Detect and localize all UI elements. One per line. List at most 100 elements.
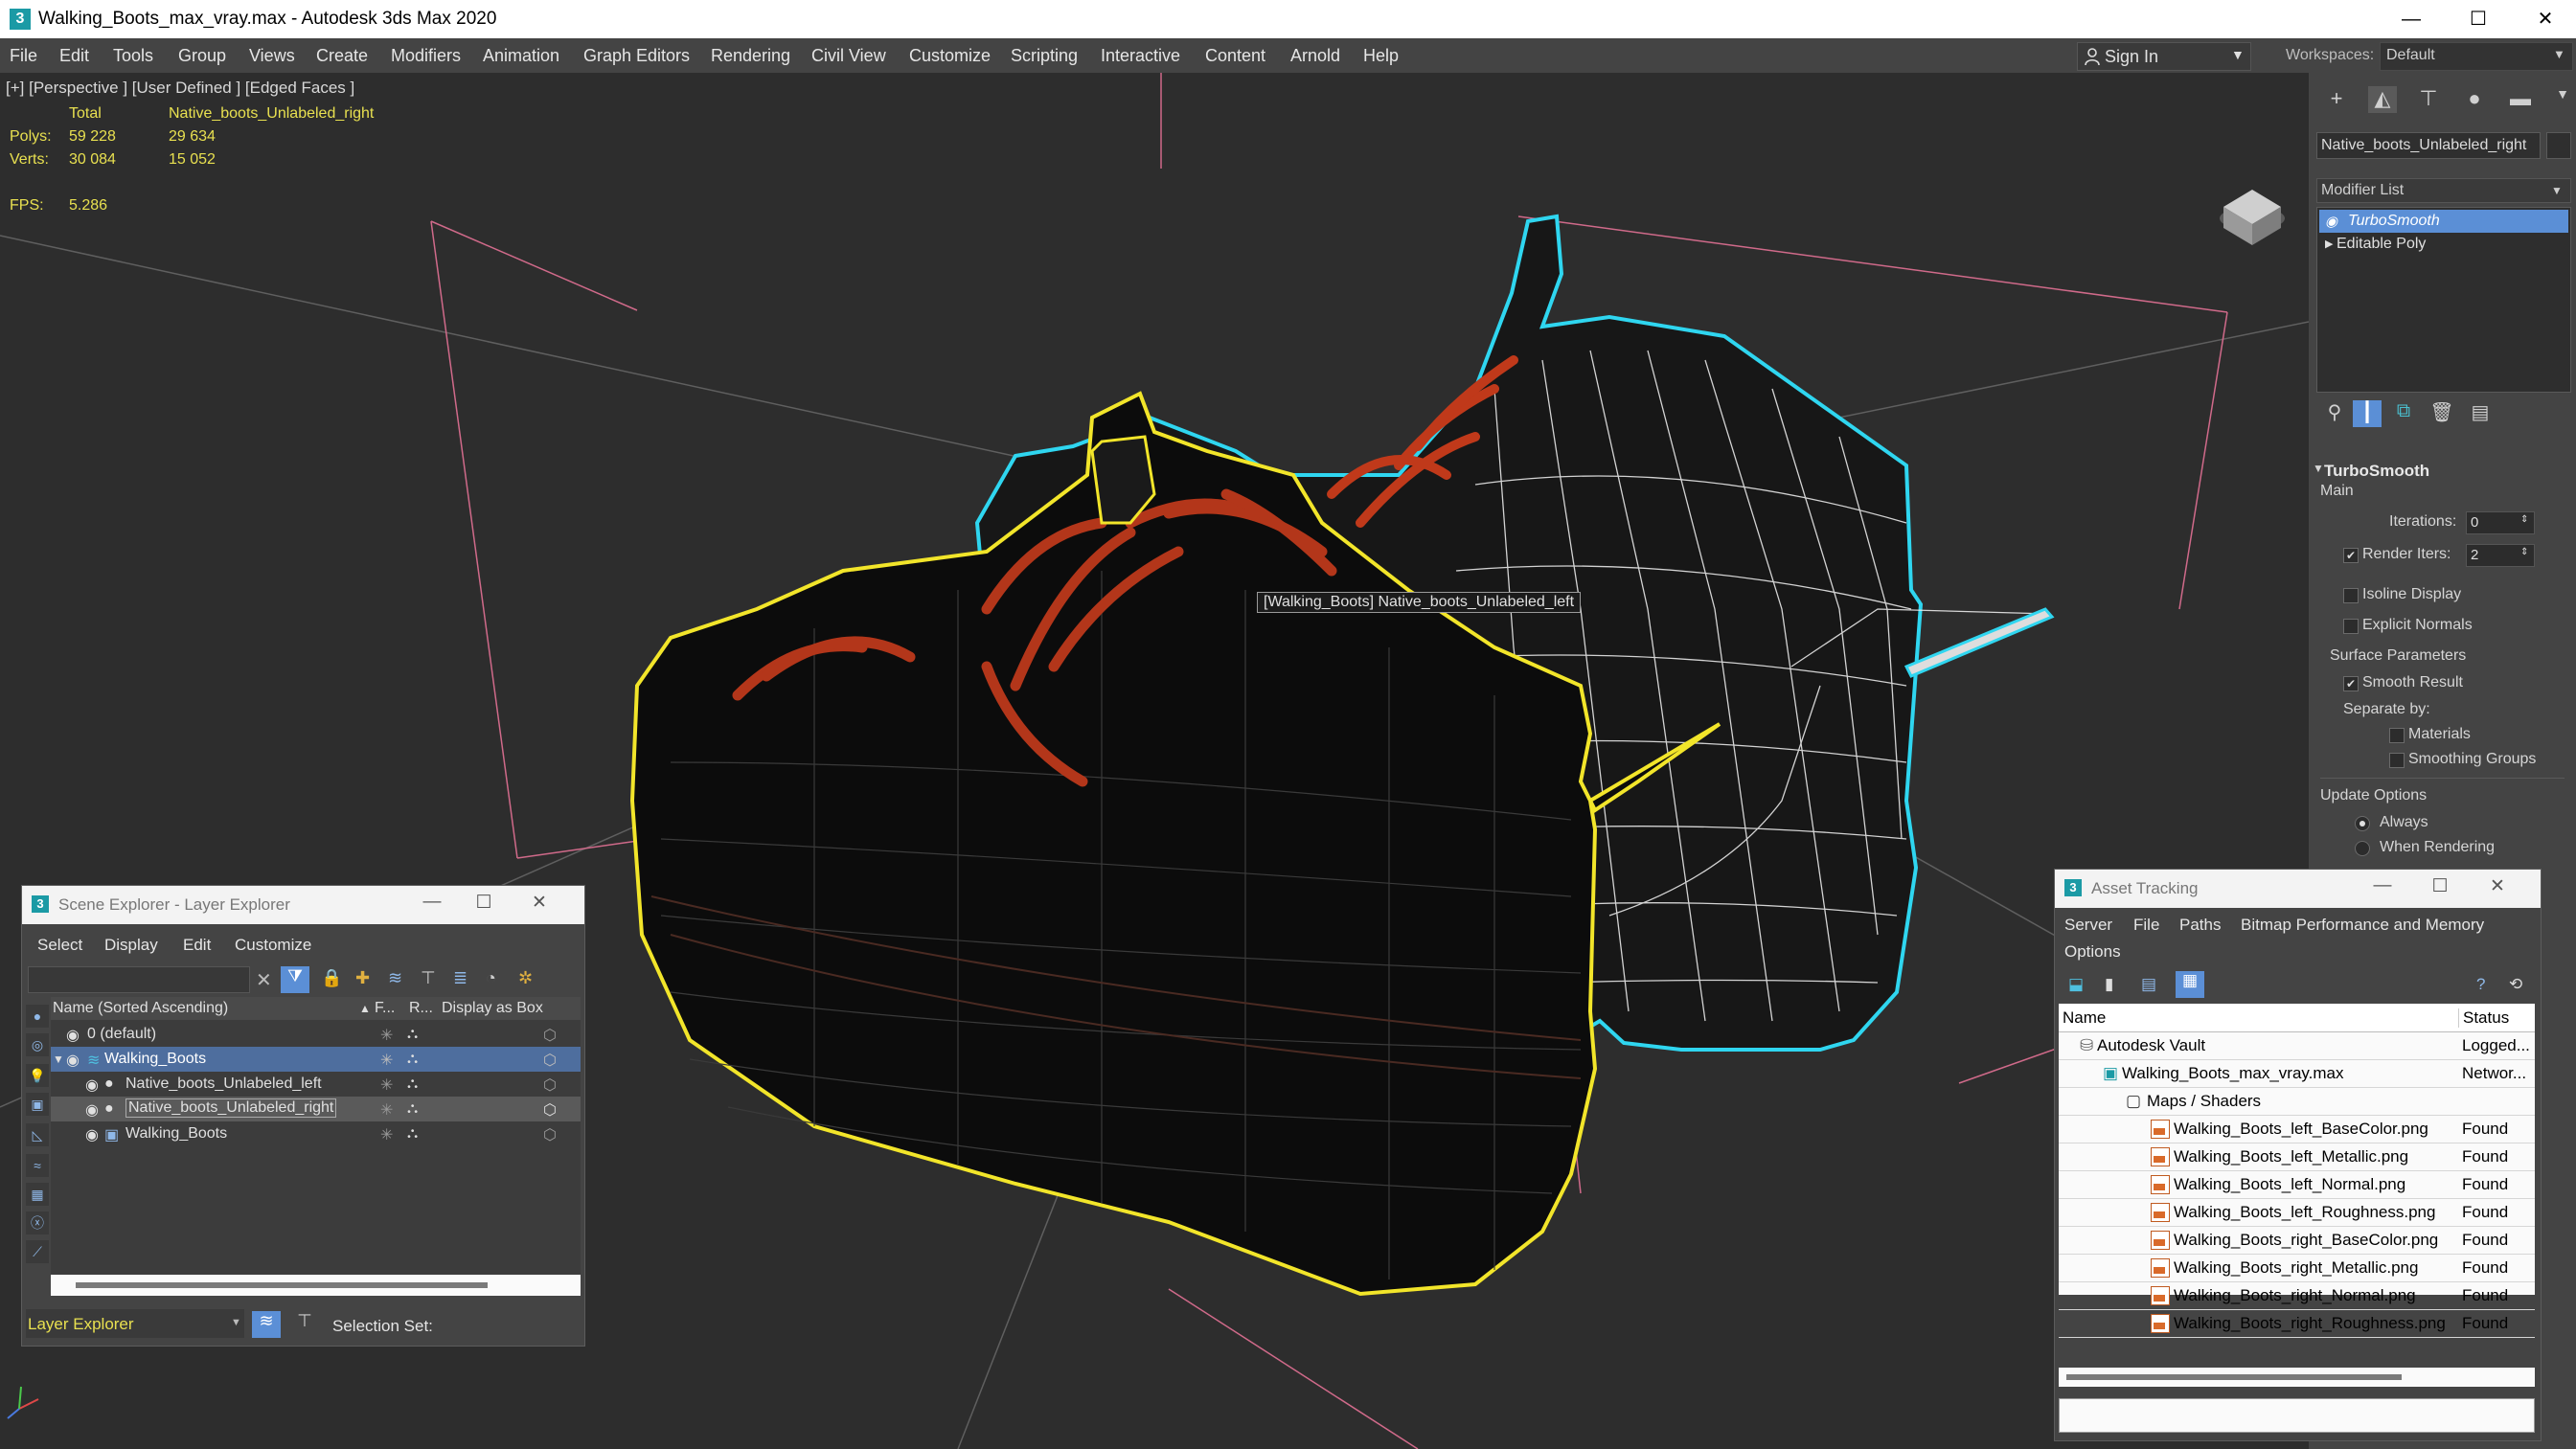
sign-in-dropdown[interactable]: Sign In ▼ <box>2077 42 2251 71</box>
motion-tab-icon[interactable]: ● <box>2460 86 2489 113</box>
menu-create[interactable]: Create <box>316 46 368 66</box>
menu-rendering[interactable]: Rendering <box>711 46 790 66</box>
scene-explorer-titlebar[interactable]: 3 Scene Explorer - Layer Explorer — ☐ ✕ <box>22 886 584 924</box>
close-button[interactable]: ✕ <box>2478 875 2517 897</box>
turbosmooth-title[interactable]: TurboSmooth <box>2324 462 2429 481</box>
menu-graph-editors[interactable]: Graph Editors <box>583 46 690 66</box>
new-layer-icon[interactable]: ✚ <box>355 968 370 988</box>
freeze-icon[interactable]: ✳ <box>380 1100 393 1120</box>
asset-row[interactable]: Walking_Boots_right_Metallic.png Found <box>2059 1254 2535 1282</box>
render-teapot-icon[interactable]: ⛬ <box>407 1026 418 1043</box>
eye-icon[interactable]: ◉ <box>66 1051 80 1070</box>
display-helpers-icon[interactable]: ◺ <box>26 1123 49 1146</box>
always-radio[interactable] <box>2355 816 2370 831</box>
scrollbar-thumb[interactable] <box>2066 1374 2402 1380</box>
object-color-swatch[interactable] <box>2546 132 2571 159</box>
display-tab-icon[interactable]: ▬ <box>2506 86 2535 113</box>
menu-edit[interactable]: Edit <box>59 46 89 66</box>
box-icon[interactable]: ⬡ <box>543 1125 557 1144</box>
menu-civil-view[interactable]: Civil View <box>811 46 886 66</box>
render-teapot-icon[interactable]: ⛬ <box>407 1075 418 1093</box>
menu-bitmap-performance[interactable]: Bitmap Performance and Memory <box>2241 916 2484 935</box>
asset-row[interactable]: ⛁ Autodesk Vault Logged... <box>2059 1031 2535 1060</box>
refresh-icon[interactable]: ⟲ <box>2509 975 2522 994</box>
asset-row[interactable]: Walking_Boots_left_Normal.png Found <box>2059 1170 2535 1199</box>
close-button[interactable]: ✕ <box>2515 0 2576 38</box>
asset-path-field[interactable] <box>2059 1398 2535 1433</box>
stack-item-turbosmooth[interactable]: ◉ TurboSmooth <box>2319 210 2568 233</box>
box-icon[interactable]: ⬡ <box>543 1100 557 1120</box>
smooth-result-checkbox[interactable]: ✔ <box>2343 676 2359 691</box>
filter-icon[interactable]: ⧩ <box>281 966 309 993</box>
menu-server[interactable]: Server <box>2064 916 2112 935</box>
close-button[interactable]: ✕ <box>520 892 559 914</box>
spinner-arrows-icon[interactable]: ⇕ <box>2520 547 2528 557</box>
maximize-button[interactable]: ☐ <box>2448 0 2509 38</box>
menu-scripting[interactable]: Scripting <box>1011 46 1078 66</box>
layer-row[interactable]: ◉ 0 (default) ✳ ⛬ ⬡ <box>51 1022 581 1047</box>
display-spacewarps-icon[interactable]: ≈ <box>26 1154 49 1177</box>
asset-row[interactable]: Walking_Boots_right_Roughness.png Found <box>2059 1309 2535 1338</box>
pin-stack-icon[interactable]: ⚲ <box>2320 400 2349 427</box>
minimize-button[interactable]: — <box>2381 0 2442 38</box>
asset-tracking-titlebar[interactable]: 3 Asset Tracking — ☐ ✕ <box>2055 870 2541 908</box>
lock-icon[interactable]: 🔒 <box>321 968 342 988</box>
spinner-arrows-icon[interactable]: ⇕ <box>2520 514 2528 525</box>
smoothing-groups-checkbox[interactable] <box>2389 753 2405 768</box>
rollout-collapse-icon[interactable]: ▼ <box>2313 462 2324 475</box>
show-end-result-icon[interactable]: ┃ <box>2353 400 2382 427</box>
isoline-display-checkbox[interactable] <box>2343 588 2359 603</box>
horizontal-scrollbar[interactable] <box>2059 1368 2535 1387</box>
create-tab-icon[interactable]: + <box>2322 86 2351 113</box>
table-view-icon[interactable]: ▦ <box>2176 971 2204 998</box>
menu-customize[interactable]: Customize <box>909 46 991 66</box>
clear-search-icon[interactable]: ✕ <box>256 968 272 992</box>
menu-group[interactable]: Group <box>178 46 226 66</box>
render-teapot-icon[interactable]: ⛬ <box>407 1051 418 1068</box>
menu-file[interactable]: File <box>10 46 37 66</box>
asset-row[interactable]: Walking_Boots_left_BaseColor.png Found <box>2059 1115 2535 1143</box>
maximize-button[interactable]: ☐ <box>465 892 503 914</box>
materials-checkbox[interactable] <box>2389 728 2405 743</box>
viewport-label[interactable]: [+] [Perspective ] [User Defined ] [Edge… <box>6 79 354 98</box>
menu-select[interactable]: Select <box>37 936 82 955</box>
settings-icon[interactable]: ✲ <box>518 968 533 988</box>
display-groups-icon[interactable]: ▦ <box>26 1183 49 1206</box>
menu-views[interactable]: Views <box>249 46 295 66</box>
checkout-icon[interactable]: ▮ <box>2105 975 2113 994</box>
menu-display[interactable]: Display <box>104 936 158 955</box>
expand-arrow-icon[interactable]: ▼ <box>53 1053 64 1066</box>
eye-icon[interactable]: ◉ <box>85 1125 99 1144</box>
get-latest-icon[interactable]: ▤ <box>2141 975 2156 994</box>
modifier-list-dropdown[interactable]: Modifier List ▼ <box>2316 178 2571 203</box>
display-shapes-icon[interactable]: ◎ <box>26 1033 49 1056</box>
asset-row[interactable]: Walking_Boots_right_Normal.png Found <box>2059 1281 2535 1310</box>
menu-options[interactable]: Options <box>2064 942 2121 962</box>
eye-icon[interactable]: ◉ <box>66 1026 80 1045</box>
col-frozen[interactable]: F... <box>375 1000 395 1017</box>
workspace-select[interactable]: Default ▼ <box>2380 42 2573 71</box>
asset-row[interactable]: Walking_Boots_left_Metallic.png Found <box>2059 1143 2535 1171</box>
display-lights-icon[interactable]: 💡 <box>26 1064 49 1087</box>
freeze-icon[interactable]: ✳ <box>380 1075 393 1095</box>
asset-row[interactable]: Walking_Boots_left_Roughness.png Found <box>2059 1198 2535 1227</box>
box-icon[interactable]: ⬡ <box>543 1026 557 1045</box>
menu-help[interactable]: Help <box>1363 46 1399 66</box>
search-input[interactable] <box>28 966 250 993</box>
layer-row[interactable]: ◉ ● Native_boots_Unlabeled_right ✳ ⛬ ⬡ <box>51 1097 581 1121</box>
maximize-button[interactable]: ☐ <box>2421 875 2459 897</box>
eye-icon[interactable]: ◉ <box>2325 213 2337 230</box>
box-icon[interactable]: ⬡ <box>543 1051 557 1070</box>
layers-icon[interactable]: ≋ <box>388 968 402 988</box>
make-unique-icon[interactable]: ⧉ <box>2389 400 2418 427</box>
menu-content[interactable]: Content <box>1205 46 1265 66</box>
display-cameras-icon[interactable]: ▣ <box>26 1093 49 1116</box>
menu-arnold[interactable]: Arnold <box>1290 46 1340 66</box>
hierarchy-tab-icon[interactable]: ⊤ <box>2414 86 2443 113</box>
configure-sets-icon[interactable]: ▤ <box>2466 400 2495 427</box>
eye-icon[interactable]: ◉ <box>85 1075 99 1095</box>
freeze-icon[interactable]: ✳ <box>380 1051 393 1070</box>
eye-icon[interactable]: ◉ <box>85 1100 99 1120</box>
layer-row[interactable]: ▼ ◉ ≋ Walking_Boots ✳ ⛬ ⬡ <box>51 1047 581 1072</box>
col-name[interactable]: Name <box>2063 1008 2106 1028</box>
